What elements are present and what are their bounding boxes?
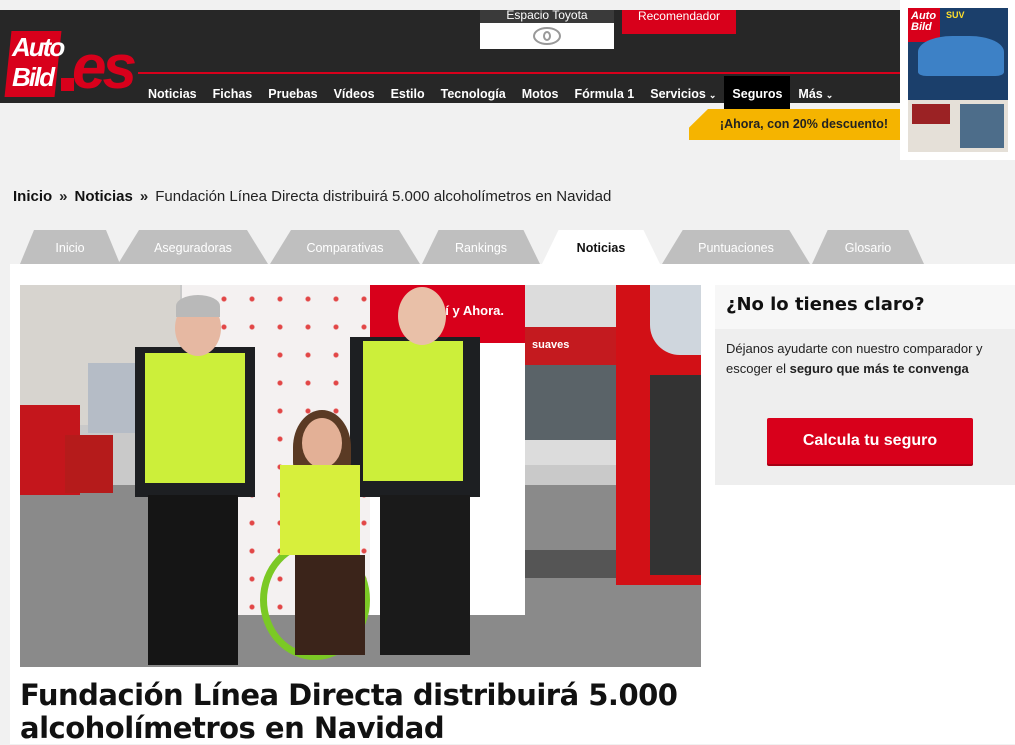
nav-label: Vídeos — [333, 87, 375, 101]
cta-text-bold: seguro que más te convenga — [789, 361, 969, 376]
tab-label: Rankings — [454, 241, 508, 255]
logo-text-es: es — [72, 33, 137, 102]
magazine-cover-image: Auto Bild SUV — [908, 8, 1008, 152]
nav-label: Servicios — [650, 87, 706, 101]
photo-pump-nozzle-panel — [650, 375, 701, 575]
breadcrumb-section[interactable]: Noticias — [75, 188, 133, 205]
nav-item-tecnologia[interactable]: Tecnología — [433, 76, 514, 113]
tab-noticias[interactable]: Noticias — [542, 230, 660, 264]
nav-item-servicios[interactable]: Servicios ⌄ — [642, 76, 724, 113]
photo-person-right-legs — [380, 495, 470, 655]
photo-person-left-legs — [148, 495, 238, 665]
tab-rankings[interactable]: Rankings — [422, 230, 540, 264]
photo-person-right-vest — [363, 341, 463, 481]
magazine-kicker: SUV — [946, 10, 965, 20]
breadcrumb-current: Fundación Línea Directa distribuirá 5.00… — [155, 188, 612, 205]
article-photo: suaves Aquí y Ahora. — [20, 285, 701, 667]
tab-label: Aseguradoras — [154, 241, 232, 255]
photo-person-center-legs — [295, 555, 365, 655]
magazine-strip — [908, 100, 1008, 152]
tab-puntuaciones[interactable]: Puntuaciones — [662, 230, 810, 264]
tab-label: Noticias — [576, 241, 626, 255]
photo-pump-display — [650, 285, 701, 355]
nav-label: Pruebas — [268, 87, 318, 101]
nav-item-mas[interactable]: Más ⌄ — [790, 76, 841, 113]
nav-item-pruebas[interactable]: Pruebas — [260, 76, 325, 113]
nav-item-motos[interactable]: Motos — [514, 76, 567, 113]
breadcrumb-separator: » — [59, 188, 68, 205]
nav-label: Seguros — [732, 87, 783, 101]
nav-item-formula1[interactable]: Fórmula 1 — [567, 76, 643, 113]
nav-label: Fórmula 1 — [574, 87, 635, 101]
article-headline: Fundación Línea Directa distribuirá 5.00… — [20, 678, 678, 745]
photo-person-right-head — [398, 287, 446, 345]
site-header: Espacio Toyota Recomendador Noticias Fic… — [0, 9, 900, 113]
autobild-logo[interactable]: Auto Bild es — [4, 28, 137, 102]
promo-banner[interactable]: ¡Ahora, con 20% descuento! — [689, 109, 900, 140]
photo-person-left-hair — [176, 295, 220, 317]
logo-text-auto: Auto — [12, 32, 65, 62]
nav-item-seguros[interactable]: Seguros — [724, 76, 791, 113]
calculate-insurance-button[interactable]: Calcula tu seguro — [767, 418, 973, 464]
nav-item-fichas[interactable]: Fichas — [205, 76, 261, 113]
tab-glosario[interactable]: Glosario — [812, 230, 924, 264]
header-divider — [138, 72, 900, 74]
breadcrumb-home[interactable]: Inicio — [13, 188, 52, 205]
tab-inicio[interactable]: Inicio — [20, 230, 120, 264]
photo-banner-text: Aquí y Ahora. — [370, 285, 525, 343]
nav-label: Motos — [521, 87, 559, 101]
nav-label: Más — [798, 87, 823, 101]
tab-comparativas[interactable]: Comparativas — [270, 230, 420, 264]
tab-label: Inicio — [55, 241, 85, 255]
main-nav: Noticias Fichas Pruebas Vídeos Estilo Te… — [140, 76, 841, 113]
logo-text-bild: Bild — [12, 62, 55, 92]
magazine-car-image — [918, 36, 1004, 76]
nav-label: Noticias — [148, 87, 197, 101]
sponsor-espacio-toyota[interactable]: Espacio Toyota — [480, 9, 614, 49]
nav-label: Estilo — [390, 87, 425, 101]
nav-item-estilo[interactable]: Estilo — [383, 76, 433, 113]
cta-text: Déjanos ayudarte con nuestro comparador … — [726, 339, 1011, 379]
chevron-down-icon: ⌄ — [825, 90, 834, 100]
nav-item-noticias[interactable]: Noticias — [140, 76, 205, 113]
chevron-down-icon: ⌄ — [708, 90, 717, 100]
breadcrumb-separator: » — [139, 188, 149, 205]
tab-label: Comparativas — [306, 241, 384, 255]
photo-person-center-vest — [280, 465, 360, 555]
nav-label: Fichas — [212, 87, 253, 101]
photo-fuel-pump-left-2 — [65, 435, 113, 493]
magazine-cover[interactable]: Auto Bild SUV — [900, 0, 1015, 160]
photo-floor-grate — [520, 550, 630, 578]
photo-person-left-vest — [145, 353, 245, 483]
tab-label: Glosario — [844, 241, 892, 255]
magazine-logo-line2: Bild — [911, 21, 932, 33]
cta-title: ¿No lo tienes claro? — [726, 294, 925, 315]
photo-station-glass — [522, 365, 622, 440]
tab-label: Puntuaciones — [698, 241, 774, 255]
recommender-button[interactable]: Recomendador — [622, 10, 736, 34]
nav-label: Tecnología — [440, 87, 506, 101]
photo-station-canopy: suaves — [520, 327, 630, 365]
cta-header: ¿No lo tienes claro? — [715, 285, 1015, 329]
tab-aseguradoras[interactable]: Aseguradoras — [118, 230, 268, 264]
insurance-cta-box: ¿No lo tienes claro? Déjanos ayudarte co… — [715, 285, 1015, 485]
nav-item-videos[interactable]: Vídeos — [326, 76, 383, 113]
sponsor-label: Espacio Toyota — [480, 9, 614, 23]
breadcrumb: Inicio » Noticias » Fundación Línea Directa … — [13, 188, 611, 205]
toyota-logo-icon — [533, 27, 561, 45]
photo-person-center-head — [302, 418, 342, 468]
